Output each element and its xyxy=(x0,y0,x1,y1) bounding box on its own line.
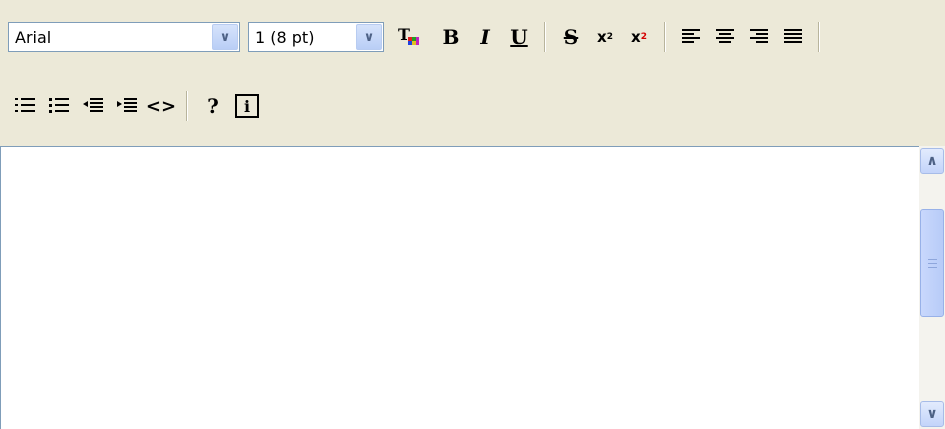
chevron-down-icon[interactable]: ∨ xyxy=(212,24,238,50)
info-button[interactable]: i xyxy=(230,89,264,123)
italic-label: I xyxy=(480,25,490,49)
text-color-button[interactable]: T xyxy=(392,20,426,54)
chevron-down-icon: ∨ xyxy=(926,406,938,422)
outdent-icon xyxy=(82,96,104,116)
editor-toolbar: Arial ∨ 1 (8 pt) ∨ T B I U S x 2 x 2 <> … xyxy=(0,0,945,146)
bold-button[interactable]: B xyxy=(434,20,468,54)
strikethrough-button[interactable]: S xyxy=(554,20,588,54)
bold-label: B xyxy=(442,25,460,49)
toolbar-separator xyxy=(818,22,820,52)
toolbar-separator xyxy=(664,22,666,52)
superscript-mark: 2 xyxy=(640,32,647,42)
unordered-list-button[interactable] xyxy=(42,89,76,123)
align-justify-button[interactable] xyxy=(776,20,810,54)
strikethrough-label: S xyxy=(563,25,579,49)
font-family-value: Arial xyxy=(15,27,52,47)
indent-button[interactable] xyxy=(110,89,144,123)
scrollbar-thumb[interactable] xyxy=(920,209,944,317)
info-label: i xyxy=(243,96,251,116)
scroll-up-button[interactable]: ∧ xyxy=(920,148,944,174)
superscript-button[interactable]: x2 xyxy=(622,20,656,54)
font-size-value: 1 (8 pt) xyxy=(255,27,315,47)
unordered-list-icon xyxy=(48,96,70,116)
ordered-list-icon xyxy=(14,96,36,116)
align-center-icon xyxy=(715,28,735,46)
help-label: ? xyxy=(207,94,219,118)
vertical-scrollbar[interactable]: ∧ ∨ xyxy=(919,146,945,429)
chevron-down-icon[interactable]: ∨ xyxy=(356,24,382,50)
ordered-list-button[interactable] xyxy=(8,89,42,123)
font-family-select[interactable]: Arial ∨ xyxy=(8,22,240,52)
toolbar-row-1: Arial ∨ 1 (8 pt) ∨ T B I U S x 2 x 2 xyxy=(8,17,828,57)
help-button[interactable]: ? xyxy=(196,89,230,123)
align-right-icon xyxy=(749,28,769,46)
subscript-label: x xyxy=(597,28,607,46)
info-icon: i xyxy=(235,94,259,118)
toolbar-row-2: <> ? i xyxy=(8,86,264,126)
editor-content-area[interactable] xyxy=(0,146,945,429)
html-source-label: <> xyxy=(145,95,177,117)
font-size-select[interactable]: 1 (8 pt) ∨ xyxy=(248,22,384,52)
subscript-button[interactable]: x2 xyxy=(588,20,622,54)
grip-icon xyxy=(927,258,937,268)
html-source-button[interactable]: <> xyxy=(144,89,178,123)
chevron-up-icon: ∧ xyxy=(926,153,938,169)
superscript-label: x xyxy=(631,28,641,46)
outdent-button[interactable] xyxy=(76,89,110,123)
toolbar-separator xyxy=(544,22,546,52)
scroll-down-button[interactable]: ∨ xyxy=(920,401,944,427)
align-justify-icon xyxy=(783,28,803,46)
italic-button[interactable]: I xyxy=(468,20,502,54)
align-left-button[interactable] xyxy=(674,20,708,54)
text-color-icon: T xyxy=(397,25,421,49)
toolbar-separator xyxy=(186,91,188,121)
align-center-button[interactable] xyxy=(708,20,742,54)
underline-label: U xyxy=(510,25,528,49)
indent-icon xyxy=(116,96,138,116)
subscript-mark: 2 xyxy=(606,32,613,42)
underline-button[interactable]: U xyxy=(502,20,536,54)
align-right-button[interactable] xyxy=(742,20,776,54)
align-left-icon xyxy=(681,28,701,46)
